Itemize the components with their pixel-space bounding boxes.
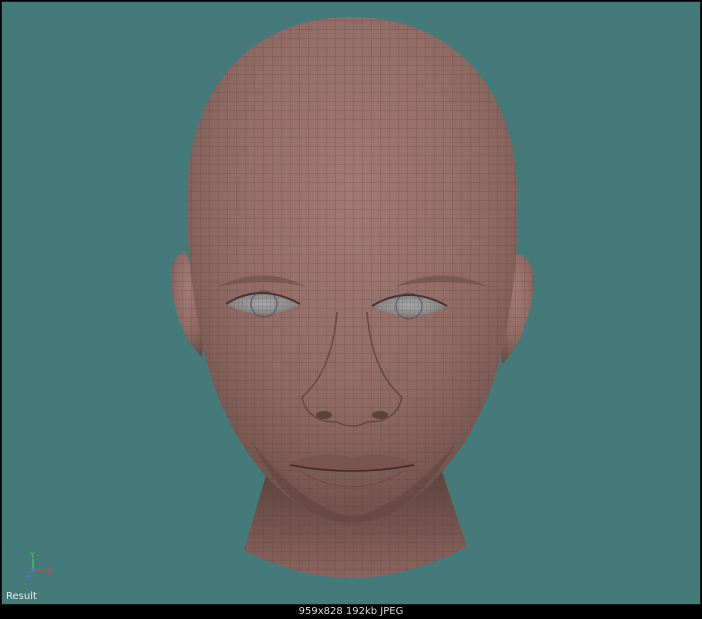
axis-z-label: Z: [26, 570, 32, 579]
status-bar: 959x828 192kb JPEG: [0, 605, 702, 619]
viewport-label: Result: [6, 591, 37, 602]
image-info-text: 959x828 192kb JPEG: [298, 606, 404, 617]
axis-x-label: X: [47, 567, 53, 576]
image-viewer: Y Z X Result 959x828 192kb JPEG: [0, 0, 702, 619]
head: [187, 17, 518, 524]
axis-gizmo: Y Z X: [26, 551, 53, 579]
head-model-render: Y Z X: [26, 17, 534, 579]
3d-viewport[interactable]: Y Z X Result: [1, 1, 701, 605]
axis-y-label: Y: [29, 551, 35, 560]
